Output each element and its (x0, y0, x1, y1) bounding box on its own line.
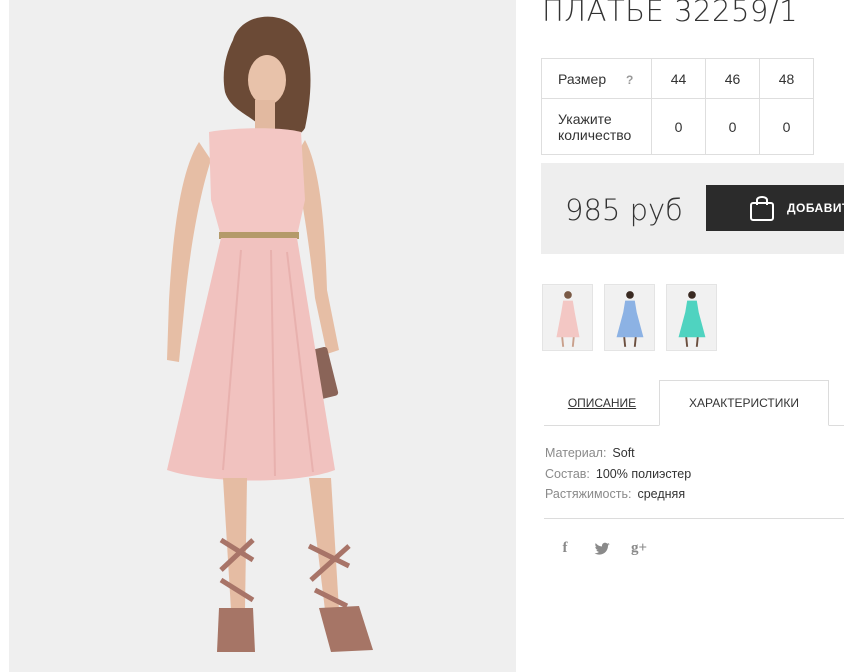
quantity-row: Укажите количество 0 0 0 (541, 98, 814, 155)
spec-value: средняя (637, 487, 686, 501)
quantity-input-46[interactable]: 0 (705, 98, 760, 155)
thumbnail-blue[interactable] (604, 284, 655, 351)
thumbnail-pink-image (543, 285, 592, 350)
price: 985 руб (565, 193, 683, 227)
thumbnail-turquoise[interactable] (666, 284, 717, 351)
characteristics-list: Материал: Soft Состав: 100% полиэстер Раст… (545, 443, 691, 505)
price-box: 985 руб ДОБАВИТЬ (541, 163, 844, 254)
twitter-icon[interactable] (594, 542, 610, 556)
help-icon[interactable]: ? (626, 73, 633, 87)
quantity-label-line2: количество (558, 126, 632, 143)
product-tabs: ОПИСАНИЕ ХАРАКТЕРИСТИКИ (544, 380, 844, 426)
tab-description[interactable]: ОПИСАНИЕ (544, 380, 660, 426)
size-48: 48 (759, 58, 814, 99)
quantity-input-44[interactable]: 0 (651, 98, 706, 155)
spec-row-composition: Состав: 100% полиэстер (545, 464, 691, 485)
facebook-icon[interactable]: f (556, 540, 574, 557)
size-label-cell: Размер ? (541, 58, 652, 99)
spec-key: Материал: (545, 446, 607, 460)
quantity-label-cell: Укажите количество (541, 98, 652, 155)
size-quantity-table: Размер ? 44 46 48 Укажите количество 0 0… (541, 58, 814, 155)
product-main-photo[interactable] (9, 0, 516, 672)
spec-row-material: Материал: Soft (545, 443, 691, 464)
thumbnail-blue-image (605, 285, 654, 350)
quantity-input-48[interactable]: 0 (759, 98, 814, 155)
size-row: Размер ? 44 46 48 (541, 58, 814, 99)
thumbnail-pink[interactable] (542, 284, 593, 351)
add-to-cart-button[interactable]: ДОБАВИТЬ (706, 185, 844, 231)
section-divider (544, 518, 844, 519)
spec-key: Растяжимость: (545, 487, 632, 501)
add-to-cart-label: ДОБАВИТЬ (787, 201, 844, 215)
shopping-bag-icon (750, 196, 774, 221)
spec-row-stretch: Растяжимость: средняя (545, 484, 691, 505)
spec-key: Состав: (545, 466, 590, 481)
spec-value: 100% полиэстер (595, 466, 692, 481)
spec-value: Soft (612, 446, 635, 460)
social-share: f g+ (556, 540, 648, 557)
product-title: ПЛАТЬЕ 32259/1 (542, 0, 799, 28)
google-plus-icon[interactable]: g+ (630, 540, 648, 557)
size-44: 44 (651, 58, 706, 99)
size-46: 46 (705, 58, 760, 99)
model-pink-dress-illustration (9, 0, 516, 672)
color-thumbnails (542, 284, 717, 351)
size-label: Размер (558, 70, 607, 87)
quantity-label-line1: Укажите (558, 110, 612, 127)
tab-characteristics[interactable]: ХАРАКТЕРИСТИКИ (659, 380, 829, 426)
thumbnail-turquoise-image (667, 285, 716, 350)
